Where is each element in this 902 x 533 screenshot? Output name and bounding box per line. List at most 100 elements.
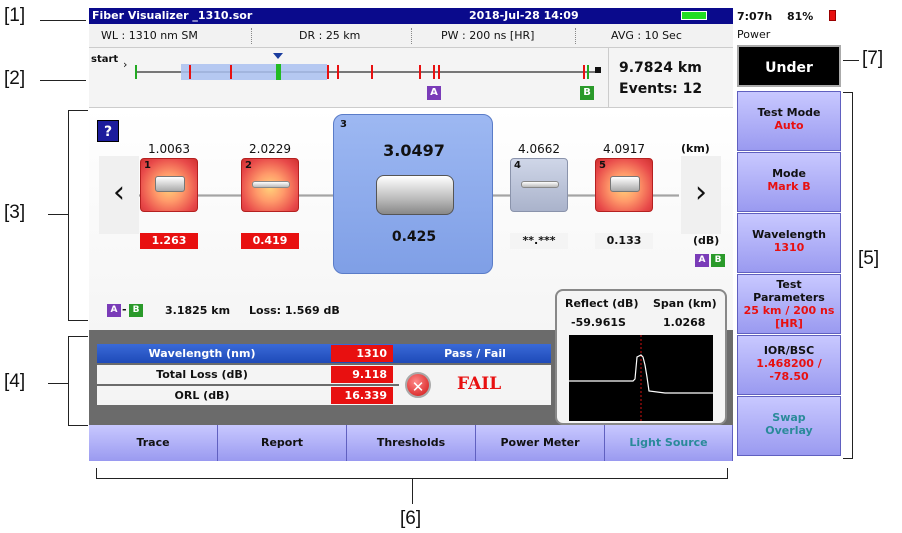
time-remaining: 7:07h — [737, 10, 773, 23]
marker-b-icon: B — [711, 254, 725, 267]
bottom-tab-bar: Trace Report Thresholds Power Meter Ligh… — [89, 425, 733, 461]
event-4-distance: 4.0662 — [518, 142, 560, 156]
splice-icon — [252, 181, 290, 188]
trace-thumbnail — [569, 335, 713, 421]
event-3-distance: 3.0497 — [383, 141, 445, 160]
cursor-pointer-icon — [273, 53, 283, 59]
event-3-loss: 0.425 — [391, 229, 437, 245]
event-2-distance: 2.0229 — [249, 142, 291, 156]
km-unit-label: (km) — [681, 142, 710, 155]
total-distance: 9.7824 km — [619, 60, 702, 76]
pass-fail-header: Pass / Fail — [399, 344, 551, 363]
callout-5: [5] — [858, 248, 880, 269]
tab-trace[interactable]: Trace — [89, 425, 218, 461]
db-unit-label: (dB) — [693, 234, 720, 247]
distance-range-info: DR : 25 km — [299, 29, 361, 42]
orl-row: ORL (dB) 16.339 — [97, 386, 399, 405]
verdict-text: FAIL — [457, 374, 502, 394]
tab-thresholds[interactable]: Thresholds — [347, 425, 476, 461]
end-flag-icon — [595, 67, 601, 73]
result-status-button[interactable]: Under — [737, 45, 841, 87]
total-loss-value: 9.118 — [331, 366, 393, 383]
reflectance-panel[interactable]: Reflect (dB) Span (km) -59.961S 1.0268 — [555, 289, 727, 425]
marker-a-icon: A — [695, 254, 709, 267]
splice-icon — [521, 181, 559, 188]
wavelength-value: 1310 — [331, 345, 393, 362]
battery-icon — [681, 11, 707, 20]
callout-4-bracket — [68, 336, 69, 426]
cursor-marker[interactable] — [276, 64, 281, 80]
event-2-loss: 0.419 — [241, 233, 299, 249]
callout-2-line — [40, 80, 86, 81]
callout-6: [6] — [400, 508, 422, 529]
event-4-loss: **.*** — [510, 233, 568, 249]
event-1-loss: 1.263 — [140, 233, 198, 249]
wavelength-row: Wavelength (nm) 1310 — [97, 344, 399, 363]
ior-bsc-button[interactable]: IOR/BSC 1.468200 / -78.50 — [737, 335, 841, 395]
info-bar: WL : 1310 nm SM DR : 25 km PW : 200 ns [… — [89, 24, 733, 48]
callout-2: [2] — [4, 68, 26, 89]
start-marker — [135, 65, 137, 79]
event-5-distance: 4.0917 — [603, 142, 645, 156]
wavelength-button[interactable]: Wavelength 1310 — [737, 213, 841, 273]
file-name: Fiber Visualizer _1310.sor — [92, 9, 253, 22]
zoom-window[interactable] — [181, 64, 327, 80]
marker-b-icon: B — [129, 304, 143, 317]
event-3-card[interactable]: 3 3.0497 0.425 — [333, 114, 493, 274]
reflect-value: -59.961S — [571, 316, 626, 329]
tab-light-source[interactable]: Light Source — [605, 425, 733, 461]
power-label: Power — [737, 28, 771, 41]
verdict-box: ✕ FAIL — [399, 365, 551, 405]
prev-event-button[interactable]: ‹ — [99, 156, 139, 234]
ab-loss: Loss: 1.569 dB — [249, 304, 340, 317]
event-1-distance: 1.0063 — [148, 142, 190, 156]
event-count: Events: 12 — [619, 81, 703, 97]
event-5-card[interactable]: 5 — [595, 158, 653, 212]
fail-icon: ✕ — [405, 372, 431, 398]
connector-icon — [376, 175, 454, 215]
callout-3-bracket — [68, 110, 69, 320]
connector-icon — [155, 176, 185, 192]
test-parameters-button[interactable]: Test Parameters 25 km / 200 ns [HR] — [737, 274, 841, 334]
event-1-card[interactable]: 1 — [140, 158, 198, 212]
callout-3: [3] — [4, 202, 26, 223]
status-area: 7:07h 81% Power — [733, 8, 843, 48]
averaging-info: AVG : 10 Sec — [611, 29, 682, 42]
event-5-loss: 0.133 — [595, 233, 653, 249]
swap-overlay-button[interactable]: Swap Overlay — [737, 396, 841, 456]
next-event-button[interactable]: › — [681, 156, 721, 234]
connector-icon — [610, 176, 640, 192]
marker-a-icon[interactable]: A — [427, 86, 441, 100]
tab-report[interactable]: Report — [218, 425, 347, 461]
start-arrow-icon: › — [123, 58, 128, 71]
date-time: 2018-Jul-28 14:09 — [469, 9, 579, 22]
pulse-width-info: PW : 200 ns [HR] — [441, 29, 535, 42]
ab-distance: 3.1825 km — [165, 304, 231, 317]
total-loss-row: Total Loss (dB) 9.118 — [97, 365, 399, 384]
wavelength-info: WL : 1310 nm SM — [101, 29, 198, 42]
power-icon — [829, 10, 836, 21]
tab-power-meter[interactable]: Power Meter — [476, 425, 605, 461]
reflect-label: Reflect (dB) — [565, 297, 639, 310]
help-button[interactable]: ? — [97, 120, 119, 142]
callout-1: [1] — [4, 5, 26, 26]
fiber-overview[interactable]: start › A B 9.7824 km Events: 12 — [89, 48, 733, 108]
start-label: start — [91, 54, 119, 65]
ab-dash: - — [122, 303, 127, 316]
chevron-right-icon: › — [695, 175, 707, 210]
event-4-card[interactable]: 4 — [510, 158, 568, 212]
orl-value: 16.339 — [331, 387, 393, 404]
marker-b-icon[interactable]: B — [580, 86, 594, 100]
callout-7: [7] — [862, 48, 884, 69]
chevron-left-icon: ‹ — [113, 175, 125, 210]
span-value: 1.0268 — [663, 316, 706, 329]
mode-button[interactable]: Mode Mark B — [737, 152, 841, 212]
battery-percent: 81% — [787, 10, 814, 23]
callout-4: [4] — [4, 371, 26, 392]
test-mode-button[interactable]: Test Mode Auto — [737, 91, 841, 151]
results-panel: Wavelength (nm) 1310 Total Loss (dB) 9.1… — [89, 289, 733, 425]
title-bar: Fiber Visualizer _1310.sor 2018-Jul-28 1… — [89, 8, 733, 24]
event-2-card[interactable]: 2 — [241, 158, 299, 212]
span-label: Span (km) — [653, 297, 717, 310]
callout-5-bracket — [852, 92, 853, 458]
